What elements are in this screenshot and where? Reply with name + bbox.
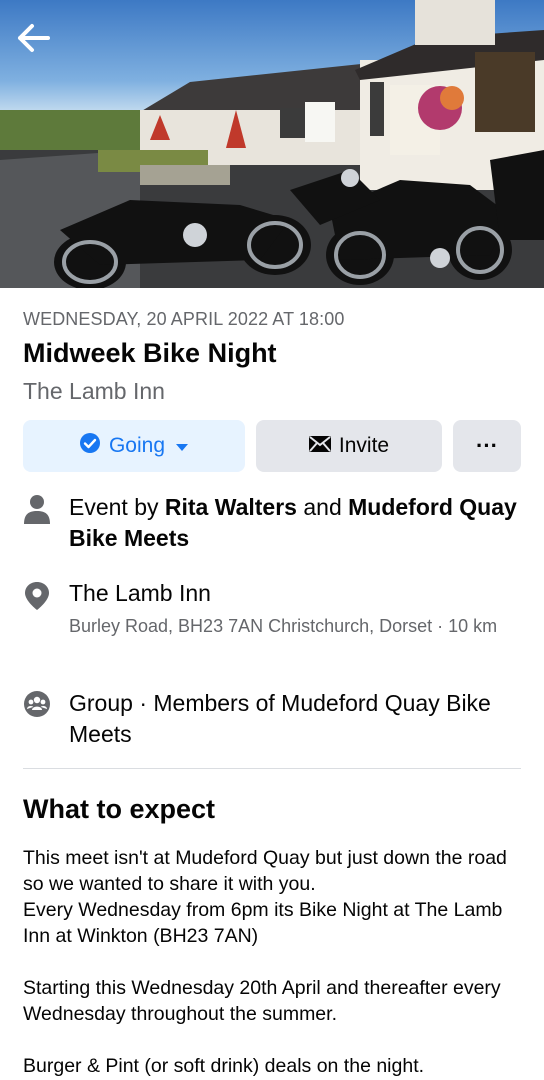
description-line: Starting this Wednesday 20th April and t… xyxy=(23,977,501,1025)
going-label: Going xyxy=(108,434,166,457)
section-divider xyxy=(23,768,521,769)
event-cover-photo[interactable] xyxy=(0,0,544,288)
cover-photo-illustration xyxy=(0,0,544,288)
back-button[interactable] xyxy=(14,20,54,56)
description-line: Burger & Pint (or soft drink) deals on t… xyxy=(23,1055,425,1077)
description-line: This meet isn't at Mudeford Quay but jus… xyxy=(23,847,507,895)
arrow-left-icon xyxy=(18,24,50,52)
more-options-button[interactable]: ··· xyxy=(453,420,521,472)
event-location-row[interactable]: The Lamb Inn Burley Road, BH23 7AN Chris… xyxy=(23,578,524,639)
event-datetime: WEDNESDAY, 20 APRIL 2022 AT 18:00 xyxy=(23,309,345,329)
invite-button[interactable]: Invite xyxy=(256,420,442,472)
envelope-icon xyxy=(308,434,331,458)
event-title: Midweek Bike Night xyxy=(23,338,277,368)
location-address: Burley Road, BH23 7AN Christchurch, Dors… xyxy=(69,616,498,636)
event-host-row: Event by Rita Walters and Mudeford Quay … xyxy=(23,492,524,554)
description-line: Every Wednesday from 6pm its Bike Night … xyxy=(23,899,503,947)
event-group-row[interactable]: Group · Members of Mudeford Quay Bike Me… xyxy=(23,688,524,750)
location-name: The Lamb Inn xyxy=(69,580,211,606)
more-dots-icon: ··· xyxy=(476,433,498,458)
about-heading: What to expect xyxy=(23,794,216,824)
event-description: This meet isn't at Mudeford Quay but jus… xyxy=(23,845,524,1079)
host-prefix: Event by xyxy=(69,494,165,520)
check-circle-icon xyxy=(79,432,101,460)
invite-label: Invite xyxy=(338,434,390,457)
event-host-text: Event by Rita Walters and Mudeford Quay … xyxy=(69,492,524,554)
caret-down-icon xyxy=(175,434,189,458)
group-icon xyxy=(23,690,51,718)
host-joiner: and xyxy=(296,494,349,520)
person-icon xyxy=(23,494,51,524)
going-button[interactable]: Going xyxy=(23,420,245,472)
host-name-1[interactable]: Rita Walters xyxy=(165,494,297,520)
group-text: Group · Members of Mudeford Quay Bike Me… xyxy=(69,690,491,747)
event-venue[interactable]: The Lamb Inn xyxy=(23,378,165,405)
map-pin-icon xyxy=(23,581,51,610)
